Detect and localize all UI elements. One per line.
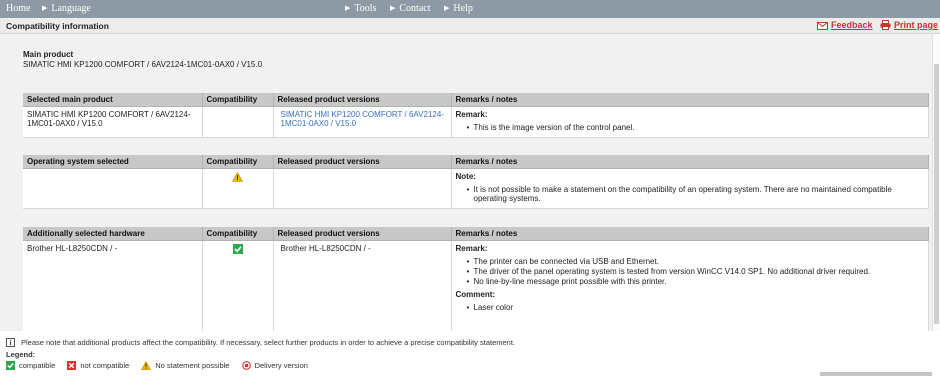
check-icon bbox=[6, 361, 15, 370]
column-header: Compatibility bbox=[202, 93, 274, 107]
column-header: Released product versions bbox=[273, 93, 452, 107]
product-cell: SIMATIC HMI KP1200 COMFORT / 6AV2124-1MC… bbox=[23, 106, 203, 138]
envelope-icon bbox=[817, 22, 828, 30]
nav-help-label: Help bbox=[453, 3, 473, 14]
nav-contact[interactable]: ▶ Contact bbox=[390, 3, 431, 14]
released-version-cell: Brother HL-L8250CDN / - bbox=[273, 240, 452, 331]
legend: Legend: compatible not compatible No sta… bbox=[6, 350, 318, 370]
legend-label: Delivery version bbox=[254, 361, 308, 370]
title-bar: Compatibility information Feedback Print… bbox=[0, 18, 940, 34]
top-navigation: Home ▶ Language ▶ Tools ▶ Contact ▶ Help bbox=[0, 0, 940, 18]
remarks-cell: Remark: This is the image version of the… bbox=[451, 106, 929, 138]
nav-language-label: Language bbox=[51, 3, 91, 14]
column-header: Compatibility bbox=[202, 155, 274, 169]
print-page-link[interactable]: Print page bbox=[880, 20, 938, 30]
legend-label: No statement possible bbox=[155, 361, 230, 370]
released-version-cell: SIMATIC HMI KP1200 COMFORT / 6AV2124-1MC… bbox=[273, 106, 452, 138]
legend-title: Legend: bbox=[6, 350, 36, 359]
column-header: Released product versions bbox=[273, 227, 452, 241]
feedback-link[interactable]: Feedback bbox=[817, 20, 873, 30]
remarks-list: The printer can be connected via USB and… bbox=[467, 257, 924, 286]
table-row: SIMATIC HMI KP1200 COMFORT / 6AV2124-1MC… bbox=[23, 106, 929, 138]
column-header: Remarks / notes bbox=[451, 227, 929, 241]
comment-label: Comment: bbox=[455, 290, 496, 299]
nav-tools[interactable]: ▶ Tools bbox=[345, 3, 376, 14]
nav-contact-label: Contact bbox=[399, 3, 431, 14]
remarks-cell: Note: It is not possible to make a state… bbox=[451, 168, 929, 209]
table-row: Note: It is not possible to make a state… bbox=[23, 168, 929, 209]
legend-item-delivery: Delivery version bbox=[241, 361, 308, 370]
remark-label: Remark: bbox=[455, 110, 488, 119]
nav-tools-label: Tools bbox=[354, 3, 377, 14]
legend-item-no-statement: No statement possible bbox=[141, 360, 231, 370]
triangle-right-icon: ▶ bbox=[444, 4, 450, 12]
main-product-block: Main product SIMATIC HMI KP1200 COMFORT … bbox=[23, 50, 262, 70]
released-version-link[interactable]: SIMATIC HMI KP1200 COMFORT / 6AV2124-1MC… bbox=[278, 110, 447, 128]
table-header-row: Additionally selected hardware Compatibi… bbox=[23, 227, 929, 241]
legend-item-not-compatible: not compatible bbox=[67, 361, 131, 370]
content-area: Main product SIMATIC HMI KP1200 COMFORT … bbox=[0, 34, 932, 331]
released-version-cell bbox=[273, 168, 452, 209]
product-cell bbox=[23, 168, 203, 209]
info-icon bbox=[6, 338, 15, 347]
column-header: Selected main product bbox=[23, 93, 203, 107]
nav-language[interactable]: ▶ Language bbox=[42, 3, 91, 14]
released-version-text: Brother HL-L8250CDN / - bbox=[280, 244, 371, 253]
table-header-row: Operating system selected Compatibility … bbox=[23, 155, 929, 169]
legend-label: compatible bbox=[19, 361, 56, 370]
comments-list: Laser color bbox=[467, 303, 924, 312]
table-header-row: Selected main product Compatibility Rele… bbox=[23, 93, 929, 107]
bottom-scroll-region bbox=[820, 372, 932, 376]
list-item: The printer can be connected via USB and… bbox=[467, 257, 924, 266]
column-header: Remarks / notes bbox=[451, 93, 929, 107]
main-product-label: Main product bbox=[23, 50, 74, 59]
operating-system-table: Operating system selected Compatibility … bbox=[23, 155, 929, 209]
product-cell: Brother HL-L8250CDN / - bbox=[23, 240, 203, 331]
remarks-cell: Remark: The printer can be connected via… bbox=[451, 240, 929, 331]
remarks-list: It is not possible to make a statement o… bbox=[467, 185, 924, 203]
column-header: Remarks / notes bbox=[451, 155, 929, 169]
main-product-table: Selected main product Compatibility Rele… bbox=[23, 93, 929, 138]
legend-item-compatible: compatible bbox=[6, 361, 57, 370]
list-item: The driver of the panel operating system… bbox=[467, 267, 924, 276]
remarks-list: This is the image version of the control… bbox=[467, 123, 924, 132]
compatibility-cell bbox=[202, 240, 274, 331]
vertical-scrollbar[interactable] bbox=[932, 34, 940, 331]
warning-icon bbox=[231, 171, 244, 182]
list-item: No line-by-line message print possible w… bbox=[467, 277, 924, 286]
legend-row: compatible not compatible No statement p… bbox=[6, 360, 318, 370]
table-row: Brother HL-L8250CDN / - Brother HL-L8250… bbox=[23, 240, 929, 331]
triangle-right-icon: ▶ bbox=[345, 4, 351, 12]
note-label: Note: bbox=[455, 172, 476, 181]
additional-hardware-table: Additionally selected hardware Compatibi… bbox=[23, 227, 929, 331]
check-icon bbox=[232, 244, 243, 254]
page-title: Compatibility information bbox=[6, 21, 109, 31]
remark-label: Remark: bbox=[455, 244, 488, 253]
delivery-version-icon bbox=[241, 361, 251, 370]
footer-note: Please note that additional products aff… bbox=[6, 338, 515, 347]
cross-icon bbox=[67, 361, 77, 370]
nav-home[interactable]: Home bbox=[6, 3, 30, 14]
scrollbar-thumb[interactable] bbox=[934, 64, 939, 324]
list-item: Laser color bbox=[467, 303, 924, 312]
footer-note-text: Please note that additional products aff… bbox=[21, 338, 516, 347]
main-product-value: SIMATIC HMI KP1200 COMFORT / 6AV2124-1MC… bbox=[23, 60, 263, 69]
legend-label: not compatible bbox=[80, 361, 130, 370]
warning-icon bbox=[141, 360, 152, 370]
column-header: Operating system selected bbox=[23, 155, 203, 169]
print-page-label: Print page bbox=[894, 20, 939, 30]
column-header: Additionally selected hardware bbox=[23, 227, 203, 241]
feedback-label: Feedback bbox=[831, 20, 873, 30]
compatibility-cell bbox=[202, 168, 274, 209]
nav-help[interactable]: ▶ Help bbox=[444, 3, 473, 14]
column-header: Compatibility bbox=[202, 227, 274, 241]
list-item: This is the image version of the control… bbox=[467, 123, 924, 132]
compatibility-cell bbox=[202, 106, 274, 138]
column-header: Released product versions bbox=[273, 155, 452, 169]
printer-icon bbox=[880, 20, 891, 30]
triangle-right-icon: ▶ bbox=[42, 4, 48, 12]
list-item: It is not possible to make a statement o… bbox=[467, 185, 924, 203]
triangle-right-icon: ▶ bbox=[390, 4, 396, 12]
